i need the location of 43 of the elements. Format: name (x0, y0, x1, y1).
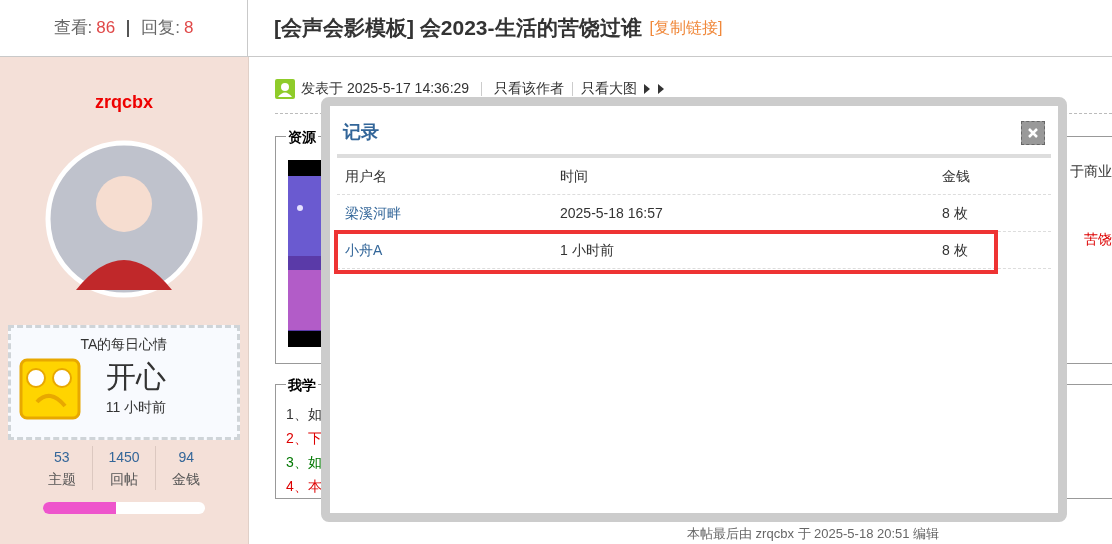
copy-link[interactable]: [复制链接] (649, 16, 723, 40)
replies-count: 8 (183, 17, 194, 40)
table-cell-text: 8 枚 (942, 203, 969, 223)
column-header: 金钱 (942, 166, 971, 186)
mood-text: 开心 (106, 359, 166, 395)
table-cell-text: 8 枚 (942, 240, 969, 260)
mood-title: TA的每日心情 (80, 335, 168, 354)
close-icon (1027, 126, 1039, 139)
user-icon (275, 78, 295, 99)
user-link[interactable]: 梁溪河畔 (345, 202, 560, 224)
post-date: 发表于 2025-5-17 14:36:29 (301, 79, 470, 98)
author-name[interactable]: zrqcbx (95, 89, 153, 116)
views-label: 查看: (53, 17, 93, 40)
edit-note: 本帖最后由 zrqcbx 于 2025-5-18 20:51 编辑 (687, 526, 940, 542)
stat-label: 主题 (47, 470, 76, 489)
column-header: 用户名 (345, 166, 388, 186)
views-count: 86 (96, 17, 116, 40)
large-images-link[interactable]: 只看大图 (581, 78, 638, 99)
table-cell-text: 1 小时前 (560, 240, 615, 260)
column-header: 时间 (560, 166, 589, 186)
mood-time: 11 小时前 (105, 398, 167, 417)
stat-label: 金钱 (172, 470, 201, 489)
notice-line: 3、如 (286, 453, 323, 472)
stat-value[interactable]: 94 (178, 446, 195, 468)
section-legend: 资源 (286, 127, 318, 148)
author-only-link[interactable]: 只看该作者 (494, 78, 565, 99)
avatar-icon[interactable] (45, 140, 203, 298)
stat-value[interactable]: 53 (53, 446, 70, 468)
body-text: 于商业 (1070, 162, 1112, 181)
notice-line: 1、如 (286, 405, 323, 424)
user-link[interactable]: 小舟A (345, 239, 560, 261)
replies-label: 回复: (141, 17, 180, 40)
caret-icon[interactable] (643, 83, 652, 94)
notice-line: 4、本 (286, 477, 323, 496)
body-text: 苦饶 (1084, 230, 1112, 249)
notice-line: 2、下 (286, 429, 323, 448)
stat-label: 回帖 (110, 470, 138, 489)
close-button[interactable] (1021, 120, 1045, 145)
dialog-title: 记录 (343, 121, 379, 144)
table-cell-text: 2025-5-18 16:57 (560, 203, 664, 223)
thread-title: [会声会影模板] 会2023-生活的苦饶过谁 (274, 15, 642, 42)
stat-value[interactable]: 1450 (108, 446, 140, 468)
caret-icon[interactable] (657, 83, 666, 94)
